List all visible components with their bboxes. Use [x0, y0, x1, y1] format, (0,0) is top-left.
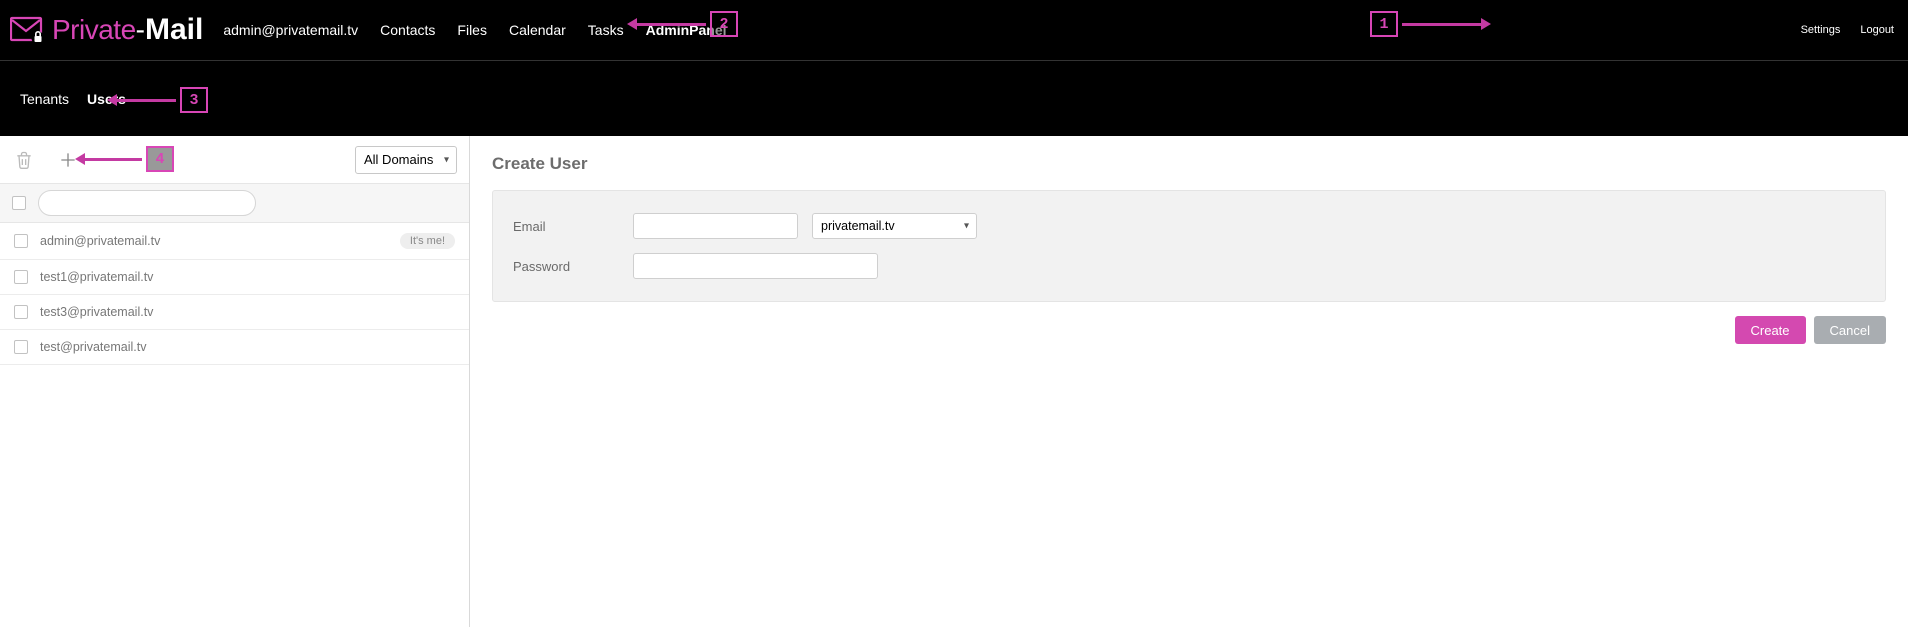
subnav-tenants[interactable]: Tenants: [20, 91, 69, 107]
email-field[interactable]: [633, 213, 798, 239]
select-all-checkbox[interactable]: [12, 196, 26, 210]
right-nav: Settings Logout: [1801, 24, 1894, 36]
sub-nav: Tenants Users: [0, 61, 1908, 136]
user-list: admin@privatemail.tv It's me! test1@priv…: [0, 223, 469, 365]
logo: Private-Mail: [10, 13, 203, 47]
main-area: All Domains admin@privatemail.tv It's: [0, 136, 1908, 627]
mail-lock-icon: [10, 16, 46, 44]
nav-logout[interactable]: Logout: [1860, 24, 1894, 36]
its-me-badge: It's me!: [400, 233, 455, 249]
logo-text-dash: -: [136, 14, 145, 45]
content-area: Create User Email privatemail.tv Passwor…: [470, 136, 1908, 627]
create-user-form: Email privatemail.tv Password: [492, 190, 1886, 302]
user-email: test1@privatemail.tv: [40, 270, 455, 284]
email-label: Email: [513, 219, 633, 234]
nav-admin-panel[interactable]: AdminPanel: [646, 22, 727, 38]
logo-text-private: Private: [52, 14, 136, 45]
search-input[interactable]: [38, 190, 256, 216]
password-field[interactable]: [633, 253, 878, 279]
trash-icon: [14, 150, 34, 170]
user-checkbox[interactable]: [14, 234, 28, 248]
main-nav: admin@privatemail.tv Contacts Files Cale…: [223, 22, 726, 38]
domain-filter-select[interactable]: All Domains: [355, 146, 457, 174]
delete-user-button[interactable]: [12, 148, 36, 172]
user-checkbox[interactable]: [14, 340, 28, 354]
user-email: test3@privatemail.tv: [40, 305, 455, 319]
sidebar-toolbar: All Domains: [0, 136, 469, 184]
user-row[interactable]: test3@privatemail.tv: [0, 295, 469, 330]
email-domain-select[interactable]: privatemail.tv: [812, 213, 977, 239]
password-label: Password: [513, 259, 633, 274]
user-email: admin@privatemail.tv: [40, 234, 388, 248]
nav-contacts[interactable]: Contacts: [380, 22, 435, 38]
page-title: Create User: [492, 154, 1886, 174]
nav-settings[interactable]: Settings: [1801, 24, 1841, 36]
user-row[interactable]: test1@privatemail.tv: [0, 260, 469, 295]
form-buttons: Create Cancel: [492, 316, 1886, 344]
users-sidebar: All Domains admin@privatemail.tv It's: [0, 136, 470, 627]
user-checkbox[interactable]: [14, 270, 28, 284]
user-row[interactable]: test@privatemail.tv: [0, 330, 469, 365]
nav-user-email[interactable]: admin@privatemail.tv: [223, 22, 358, 38]
user-email: test@privatemail.tv: [40, 340, 455, 354]
search-row: [0, 184, 469, 223]
create-button[interactable]: Create: [1735, 316, 1806, 344]
logo-text-mail: Mail: [145, 13, 203, 46]
plus-icon: [58, 150, 78, 170]
subnav-users[interactable]: Users: [87, 91, 126, 107]
nav-calendar[interactable]: Calendar: [509, 22, 566, 38]
add-user-button[interactable]: [56, 148, 80, 172]
nav-files[interactable]: Files: [457, 22, 487, 38]
nav-tasks[interactable]: Tasks: [588, 22, 624, 38]
cancel-button[interactable]: Cancel: [1814, 316, 1886, 344]
user-row[interactable]: admin@privatemail.tv It's me!: [0, 223, 469, 260]
topbar: Private-Mail admin@privatemail.tv Contac…: [0, 0, 1908, 60]
user-checkbox[interactable]: [14, 305, 28, 319]
